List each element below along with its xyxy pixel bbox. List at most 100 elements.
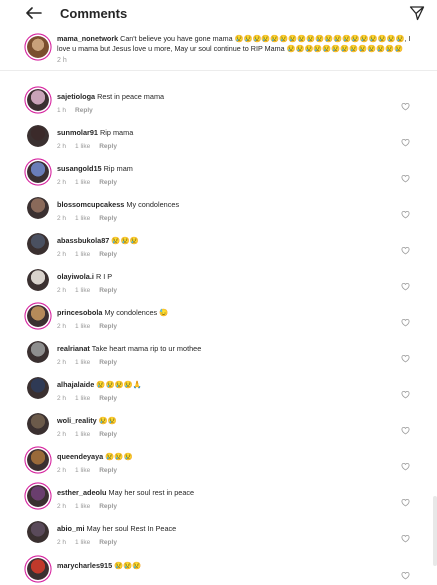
avatar-photo (27, 161, 49, 183)
comment-username[interactable]: marycharles915 (57, 561, 112, 570)
comment-text: R I P (95, 272, 113, 281)
reply-button[interactable]: Reply (99, 539, 117, 546)
comment-username[interactable]: woli_reality (57, 416, 97, 425)
comment-likes[interactable]: 1 like (75, 251, 90, 258)
comment-likes[interactable]: 1 like (75, 395, 90, 402)
comment-body: blossomcupcakess My condolences 2 h 1 like… (57, 200, 179, 222)
comment-item: realrianat Take heart mama rip to ur mot… (27, 341, 410, 366)
comment-likes[interactable]: 1 like (75, 143, 90, 150)
comment-username[interactable]: esther_adeolu (57, 488, 106, 497)
comment-username[interactable]: susangold15 (57, 164, 102, 173)
comment-meta: 2 h 1 like Reply (57, 539, 176, 546)
back-arrow-icon[interactable] (26, 5, 42, 21)
comment-likes[interactable]: 1 like (75, 467, 90, 474)
heart-icon[interactable] (401, 170, 410, 183)
heart-icon[interactable] (401, 422, 410, 435)
reply-button[interactable]: Reply (99, 395, 117, 402)
heart-icon[interactable] (401, 314, 410, 327)
comment-username[interactable]: abio_mi (57, 524, 85, 533)
comment-likes[interactable]: 1 like (75, 503, 90, 510)
reply-button[interactable]: Reply (99, 143, 117, 150)
reply-button[interactable]: Reply (99, 359, 117, 366)
reply-button[interactable]: Reply (99, 503, 117, 510)
comment-avatar[interactable] (27, 269, 49, 291)
comment-likes[interactable]: 1 like (75, 431, 90, 438)
avatar-photo (27, 89, 49, 111)
comment-likes[interactable]: 1 like (75, 539, 90, 546)
avatar-photo (27, 197, 49, 219)
heart-icon[interactable] (401, 386, 410, 399)
comment-likes[interactable]: 1 like (75, 323, 90, 330)
comment-time: 2 h (57, 503, 67, 510)
heart-icon[interactable] (401, 278, 410, 291)
heart-icon[interactable] (401, 98, 410, 111)
heart-icon[interactable] (401, 206, 410, 219)
comment-avatar[interactable] (27, 197, 49, 219)
heart-icon[interactable] (401, 134, 410, 147)
comment-username[interactable]: olayiwola.i (57, 272, 94, 281)
heart-icon[interactable] (401, 530, 410, 543)
comment-username[interactable]: sajetiologa (57, 92, 95, 101)
comment-username[interactable]: alhajalaide (57, 380, 94, 389)
caption-username[interactable]: mama_nonetwork (57, 34, 118, 43)
comment-likes[interactable]: 1 like (75, 287, 90, 294)
comment-avatar[interactable] (27, 161, 49, 183)
comment-username[interactable]: queendeyaya (57, 452, 103, 461)
comment-likes[interactable]: 1 like (75, 179, 90, 186)
comment-text: May her soul Rest In Peace (86, 524, 177, 533)
reply-button[interactable]: Reply (99, 467, 117, 474)
comment-line: alhajalaide 😢😢😢😢🙏 (57, 380, 142, 390)
comment-avatar[interactable] (27, 125, 49, 147)
heart-icon[interactable] (401, 567, 410, 580)
comment-username[interactable]: realrianat (57, 344, 90, 353)
reply-button[interactable]: Reply (99, 251, 117, 258)
comment-avatar[interactable] (27, 521, 49, 543)
comment-body: realrianat Take heart mama rip to ur mot… (57, 344, 201, 366)
heart-icon[interactable] (401, 242, 410, 255)
reply-button[interactable]: Reply (99, 179, 117, 186)
comment-body: susangold15 Rip mam 2 h 1 like Reply (57, 164, 133, 186)
comment-text: Rip mama (100, 128, 134, 137)
heart-icon[interactable] (401, 350, 410, 363)
comment-avatar[interactable] (27, 485, 49, 507)
comment-meta: 2 h 1 like Reply (57, 143, 133, 150)
comment-avatar[interactable] (27, 305, 49, 327)
comment-avatar[interactable] (27, 377, 49, 399)
comment-avatar[interactable] (27, 449, 49, 471)
scrollbar[interactable] (433, 496, 437, 566)
reply-button[interactable]: Reply (99, 215, 117, 222)
reply-button[interactable]: Reply (99, 323, 117, 330)
comment-likes[interactable]: 1 like (75, 359, 90, 366)
comment-time: 1 h (57, 107, 67, 114)
comment-avatar[interactable] (27, 233, 49, 255)
reply-button[interactable]: Reply (99, 287, 117, 294)
comment-body: princesobola My condolences 😓 2 h 1 like Re… (57, 308, 168, 330)
comment-item: sajetiologa Rest in peace mama 1 h Reply (27, 89, 410, 114)
reply-button[interactable]: Reply (75, 107, 93, 114)
comment-meta: 2 h 1 like Reply (57, 359, 201, 366)
avatar-photo (27, 341, 49, 363)
caption-avatar[interactable] (27, 36, 49, 58)
comment-avatar[interactable] (27, 558, 49, 580)
comment-line: woli_reality 😢😢 (57, 416, 117, 426)
comment-line: blossomcupcakess My condolences (57, 200, 179, 210)
comment-avatar[interactable] (27, 413, 49, 435)
comment-avatar[interactable] (27, 89, 49, 111)
reply-button[interactable]: Reply (99, 431, 117, 438)
comment-likes[interactable]: 1 like (75, 215, 90, 222)
comment-username[interactable]: abassbukola87 (57, 236, 109, 245)
comment-avatar[interactable] (27, 341, 49, 363)
comment-username[interactable]: princesobola (57, 308, 102, 317)
send-icon[interactable] (409, 5, 425, 21)
heart-icon[interactable] (401, 458, 410, 471)
comment-username[interactable]: sunmolar91 (57, 128, 98, 137)
comment-item: abio_mi May her soul Rest In Peace 2 h 1 l… (27, 521, 410, 546)
comment-text: My condolences 😓 (104, 308, 169, 317)
avatar-photo (27, 485, 49, 507)
comment-text: Rip mam (103, 164, 133, 173)
comment-username[interactable]: blossomcupcakess (57, 200, 124, 209)
comment-text: 😢😢😢😢🙏 (96, 380, 142, 389)
heart-icon[interactable] (401, 494, 410, 507)
comments-header: Comments (0, 0, 437, 26)
comment-time: 2 h (57, 467, 67, 474)
